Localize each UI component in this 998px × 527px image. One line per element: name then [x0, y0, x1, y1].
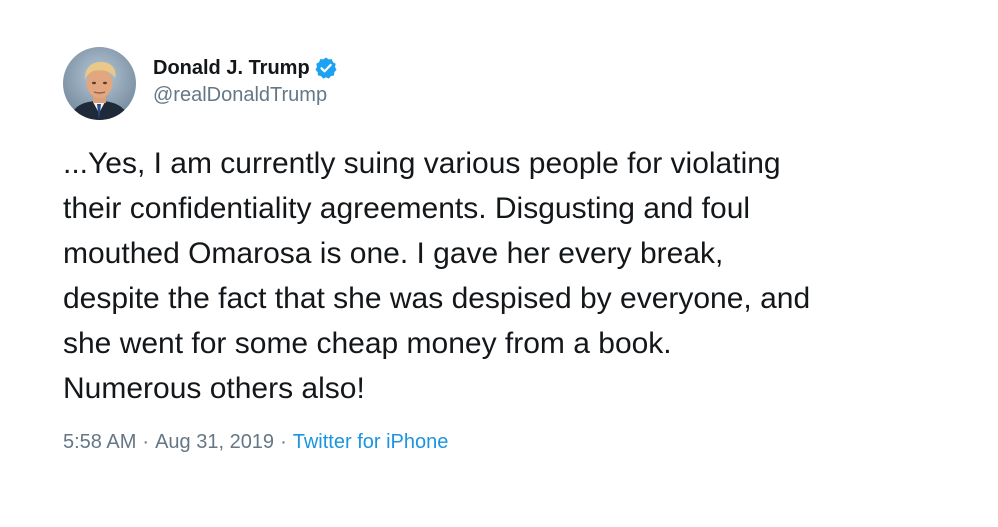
- avatar[interactable]: [63, 47, 136, 120]
- tweet-card: Donald J. Trump @realDonaldTrump ...Yes,…: [0, 0, 998, 527]
- meta-separator: ·: [280, 431, 287, 453]
- author-block: Donald J. Trump @realDonaldTrump: [153, 55, 338, 107]
- author-display-name[interactable]: Donald J. Trump: [153, 57, 310, 80]
- tweet-source-link[interactable]: Twitter for iPhone: [293, 431, 449, 454]
- tweet-text: ...Yes, I am currently suing various peo…: [63, 147, 811, 405]
- meta-separator: ·: [142, 431, 150, 453]
- author-handle[interactable]: @realDonaldTrump: [153, 84, 338, 107]
- verified-badge-icon: [314, 56, 338, 80]
- tweet-time[interactable]: 5:58 AM: [63, 431, 136, 454]
- author-name-row[interactable]: Donald J. Trump: [153, 55, 338, 81]
- profile-photo-icon: [63, 47, 136, 120]
- tweet-date[interactable]: Aug 31, 2019: [155, 431, 274, 454]
- tweet-metadata: 5:58 AM · Aug 31, 2019 · Twitter for iPh…: [63, 431, 448, 454]
